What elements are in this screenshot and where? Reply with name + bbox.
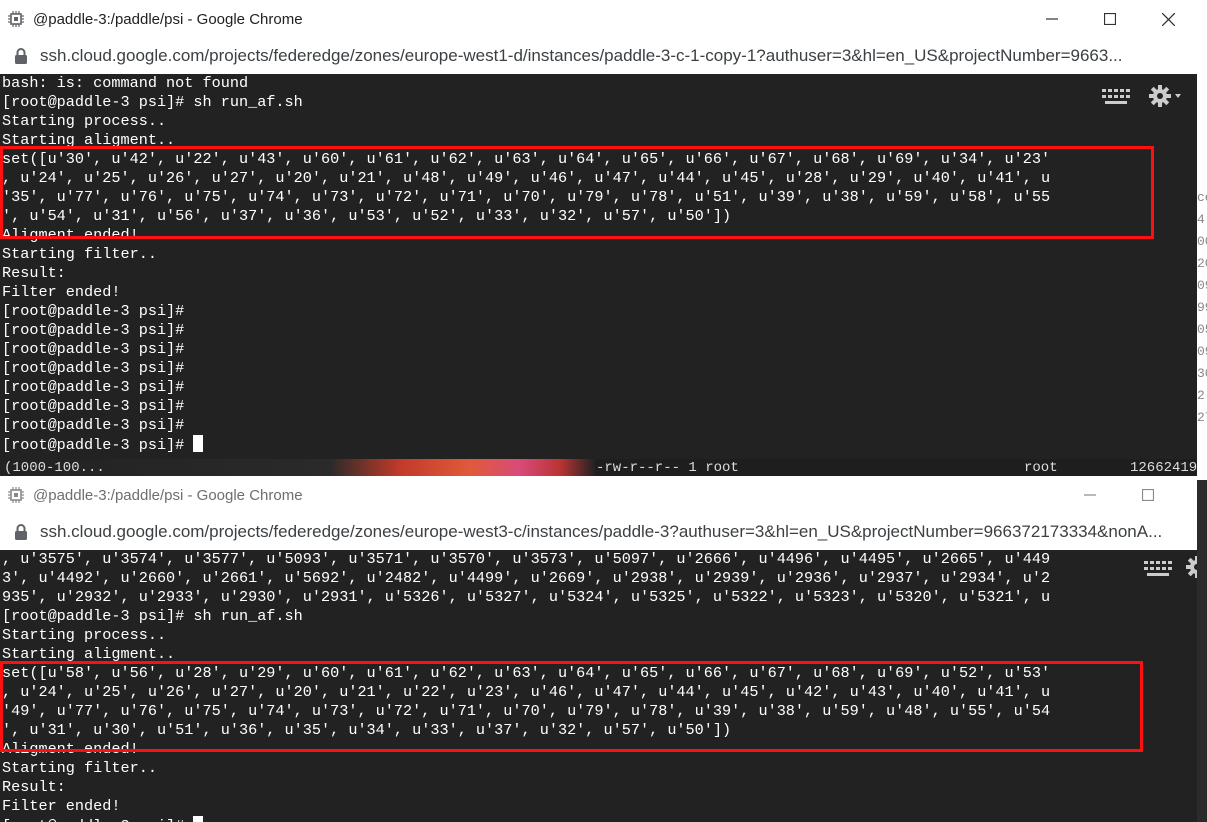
background-window-strip: (1000-100... -rw-r--r-- 1 root root 1266…: [0, 459, 1207, 477]
background-side-text: 20: [1197, 256, 1207, 271]
terminal-line: 3', u'4492', u'2660', u'2661', u'5692', …: [2, 569, 1051, 587]
background-perm-text: -rw-r--r-- 1 root: [596, 460, 739, 476]
terminal-line: [root@paddle-3 psi]#: [2, 816, 1050, 822]
terminal-line: bash: is: command not found: [2, 74, 249, 92]
background-side-text: 05: [1197, 322, 1207, 337]
url-text: ssh.cloud.google.com/projects/federedge/…: [40, 522, 1163, 541]
background-owner-text: root: [1024, 460, 1058, 476]
terminal-cursor: [193, 816, 204, 822]
background-side-text: 09: [1197, 278, 1207, 293]
keyboard-icon[interactable]: [1102, 89, 1130, 105]
background-side-text: 00: [1197, 234, 1207, 249]
terminal-line: Filter ended!: [2, 283, 121, 301]
terminal-line: Result:: [2, 264, 66, 282]
keyboard-icon[interactable]: [1144, 561, 1172, 577]
terminal-line: Starting process..: [2, 112, 167, 130]
terminal-line: [root@paddle-3 psi]#: [2, 397, 185, 415]
highlight-box: [0, 661, 1143, 752]
background-size-text: 12662419: [1130, 460, 1198, 476]
terminal-cursor: [193, 435, 204, 452]
terminal-line: [root@paddle-3 psi]#: [2, 302, 185, 320]
ssh-chip-icon: [6, 485, 26, 505]
terminal-line: , u'3575', u'3574', u'3577', u'5093', u'…: [2, 550, 1051, 568]
terminal-line: [root@paddle-3 psi]#: [2, 321, 185, 339]
url-text: ssh.cloud.google.com/projects/federedge/…: [40, 46, 1123, 65]
gear-icon[interactable]: [1149, 85, 1183, 107]
background-side-text: 4: [1197, 212, 1205, 227]
terminal-1[interactable]: bash: is: command not found [root@paddle-…: [0, 74, 1197, 459]
terminal-line: [root@paddle-3 psi]#: [2, 340, 185, 358]
background-side-text: ce: [1197, 190, 1207, 205]
background-side-strip: ce 4 00 20 09 99 05 09 30 2 27: [1197, 0, 1207, 480]
maximize-button[interactable]: [1119, 476, 1177, 514]
highlight-box: [0, 146, 1154, 239]
terminal-output: bash: is: command not found [root@paddle-…: [2, 74, 1050, 454]
terminal-line: Starting filter..: [2, 245, 157, 263]
background-text-left: (1000-100...: [4, 460, 105, 476]
terminal-line: 935', u'2932', u'2933', u'2930', u'2931'…: [2, 588, 1051, 606]
background-side-text: 30: [1197, 366, 1207, 381]
terminal-line: [root@paddle-3 psi]# sh run_af.sh: [2, 607, 303, 625]
window-title: @paddle-3:/paddle/psi - Google Chrome: [33, 10, 303, 28]
background-side-text: 27: [1197, 410, 1207, 425]
chrome-window-1: @paddle-3:/paddle/psi - Google Chrome ss…: [0, 0, 1197, 459]
title-bar: @paddle-3:/paddle/psi - Google Chrome: [0, 0, 1197, 38]
maximize-button[interactable]: [1081, 0, 1139, 38]
lock-icon: [15, 524, 27, 540]
terminal-line: [root@paddle-3 psi]# sh run_af.sh: [2, 93, 303, 111]
background-side-text: 99: [1197, 300, 1207, 315]
minimize-button[interactable]: [1023, 0, 1081, 38]
chrome-window-2: @paddle-3:/paddle/psi - Google Chrome ss…: [0, 476, 1197, 822]
terminal-line: [root@paddle-3 psi]#: [2, 378, 185, 396]
terminal-2[interactable]: , u'3575', u'3574', u'3577', u'5093', u'…: [0, 550, 1197, 822]
terminal-line: Filter ended!: [2, 797, 121, 815]
terminal-line: Result:: [2, 778, 66, 796]
terminal-line: Starting filter..: [2, 759, 157, 777]
terminal-line: [root@paddle-3 psi]#: [2, 435, 1050, 454]
background-side-text: 09: [1197, 344, 1207, 359]
terminal-line: Starting process..: [2, 626, 167, 644]
lock-icon: [15, 48, 27, 64]
terminal-line: [root@paddle-3 psi]#: [2, 416, 185, 434]
background-side-text: 2: [1197, 388, 1205, 403]
terminal-line: [root@paddle-3 psi]#: [2, 359, 185, 377]
window-title: @paddle-3:/paddle/psi - Google Chrome: [33, 486, 303, 504]
title-bar: @paddle-3:/paddle/psi - Google Chrome: [0, 476, 1197, 514]
minimize-button[interactable]: [1061, 476, 1119, 514]
address-bar[interactable]: ssh.cloud.google.com/projects/federedge/…: [0, 38, 1197, 74]
ssh-chip-icon: [6, 9, 26, 29]
gear-icon[interactable]: [1186, 556, 1197, 578]
address-bar[interactable]: ssh.cloud.google.com/projects/federedge/…: [0, 514, 1197, 550]
close-button[interactable]: [1139, 0, 1197, 38]
